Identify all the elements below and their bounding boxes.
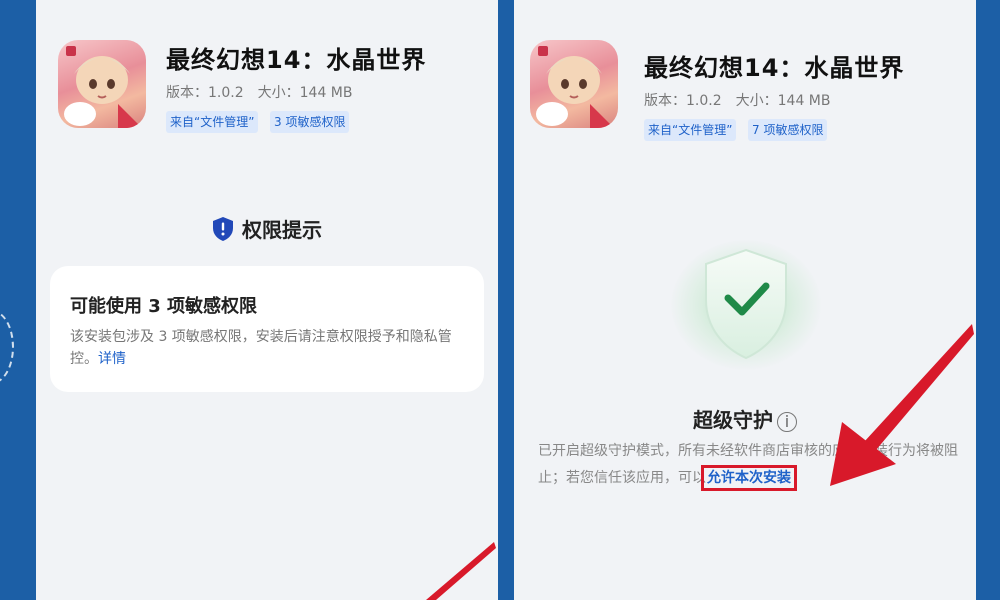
app-title: 最终幻想14：水晶世界 xyxy=(166,46,427,74)
guard-title-text: 超级守护 xyxy=(693,408,773,432)
permission-card: 可能使用 3 项敏感权限 该安装包涉及 3 项敏感权限，安装后请注意权限授予和隐… xyxy=(50,266,484,392)
shield-check-icon xyxy=(705,248,787,360)
permission-heading: 权限提示 xyxy=(36,214,498,247)
tag-sensitive-permissions[interactable]: 7 项敏感权限 xyxy=(748,119,828,141)
app-version: 版本：1.0.2 xyxy=(166,85,244,101)
info-icon[interactable]: i xyxy=(777,411,797,432)
tag-sensitive-permissions[interactable]: 3 项敏感权限 xyxy=(270,111,350,133)
app-version: 版本：1.0.2 xyxy=(644,93,722,109)
allow-install-link[interactable]: 允许本次安装 xyxy=(701,465,797,491)
phone-screen-right: 最终幻想14：水晶世界 版本：1.0.2 大小：144 MB 来自“文件管理” 7… xyxy=(514,0,976,600)
shield-icon xyxy=(212,216,234,247)
permission-card-desc: 该安装包涉及 3 项敏感权限，安装后请注意权限授予和隐私管控。详情 xyxy=(70,326,470,370)
app-size: 大小：144 MB xyxy=(257,85,353,101)
red-arrow-icon xyxy=(830,324,974,486)
permission-heading-text: 权限提示 xyxy=(242,218,322,242)
app-title: 最终幻想14：水晶世界 xyxy=(644,54,905,82)
details-link[interactable]: 详情 xyxy=(98,351,126,367)
permission-card-desc-text: 该安装包涉及 3 项敏感权限，安装后请注意权限授予和隐私管控。 xyxy=(70,329,452,367)
permission-card-title: 可能使用 3 项敏感权限 xyxy=(70,296,258,317)
app-icon xyxy=(58,40,146,128)
tag-source: 来自“文件管理” xyxy=(166,111,259,133)
red-arrow-icon xyxy=(426,542,496,600)
tag-source: 来自“文件管理” xyxy=(644,119,737,141)
app-size: 大小：144 MB xyxy=(735,93,831,109)
app-meta: 版本：1.0.2 大小：144 MB xyxy=(644,90,844,110)
app-icon xyxy=(530,40,618,128)
phone-screen-left: 最终幻想14：水晶世界 版本：1.0.2 大小：144 MB 来自“文件管理” 3… xyxy=(36,0,498,600)
side-decoration xyxy=(0,310,14,384)
app-meta: 版本：1.0.2 大小：144 MB xyxy=(166,82,366,102)
